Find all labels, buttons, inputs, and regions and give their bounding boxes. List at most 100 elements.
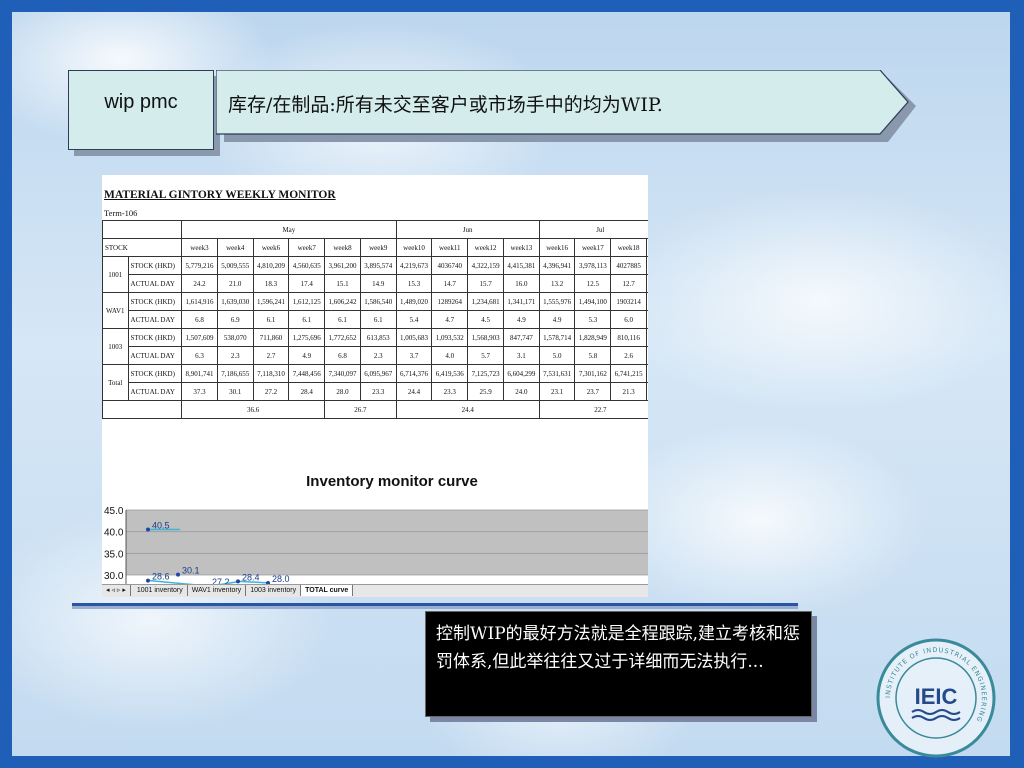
avg-blank: [102, 400, 183, 419]
stock-cell: 4,415,381: [502, 256, 540, 275]
day-cell: 23.7: [574, 382, 612, 401]
stock-cell: 1,341,171: [502, 292, 540, 311]
day-cell: 3.7: [395, 346, 433, 365]
stock-cell: 7,340,097: [324, 364, 361, 383]
y-tick-label: 35.0: [104, 549, 124, 560]
day-cell: 24.2: [181, 274, 218, 293]
slide-border-right: [1010, 0, 1024, 768]
spreadsheet-snapshot: MATERIAL GINTORY WEEKLY MONITOR Term-106…: [102, 175, 648, 595]
day-cell: 16.0: [502, 274, 540, 293]
average-cell: 26.7: [324, 400, 397, 419]
week-header: we: [646, 238, 648, 257]
chart-point-label: 30.1: [182, 566, 200, 576]
day-cell: 14.7: [431, 274, 469, 293]
day-cell: 6.3: [181, 346, 218, 365]
day-cell: 5.3: [574, 310, 612, 329]
logo-text: IEIC: [915, 684, 958, 709]
day-cell: 2.3: [359, 346, 397, 365]
inventory-table: May Jun Jul STOCK week3 week4 week6 week7 week8 w…: [102, 220, 648, 419]
stock-cell: 1,507,609: [181, 328, 218, 347]
stock-cell: 7,448,456: [288, 364, 326, 383]
stock-cell: 1,578,714: [538, 328, 576, 347]
sheet-tab[interactable]: 1003 inventory: [246, 585, 302, 596]
sheet-tabs-bar: ◂ ◃ ▹ ▸ 1001 inventory WAV1 inventory 1003…: [102, 584, 648, 597]
chart-point-label: 28.6: [152, 572, 170, 582]
day-cell: [646, 274, 648, 293]
month-header: Jun: [395, 220, 540, 239]
y-tick-label: 45.0: [104, 506, 124, 517]
slide-title: 库存/在制品:所有未交至客户或市场手中的均为WIP.: [228, 94, 663, 116]
chart-point-label: 28.4: [242, 572, 260, 582]
chart-point: [176, 572, 180, 577]
row-label: ACTUAL DAY: [127, 346, 183, 365]
stock-cell: 5,009,555: [216, 256, 254, 275]
day-cell: 3.1: [502, 346, 540, 365]
stock-cell: 4,396,941: [538, 256, 576, 275]
stock-cell: 7,531,631: [538, 364, 576, 383]
sheet-tab[interactable]: WAV1 inventory: [188, 585, 247, 596]
group-name: 1001: [102, 256, 129, 293]
stock-cell: 4027885: [610, 256, 648, 275]
day-cell: 21.0: [216, 274, 254, 293]
chart-point: [146, 527, 150, 532]
tab-nav-arrows[interactable]: ◂ ◃ ▹ ▸: [102, 585, 131, 596]
stock-cell: 7,118,310: [252, 364, 290, 383]
day-cell: 4.5: [467, 310, 504, 329]
row-label: STOCK (HKD): [127, 292, 183, 311]
day-cell: 15.1: [324, 274, 361, 293]
row-label: ACTUAL DAY: [127, 310, 183, 329]
stock-cell: 1,005,683: [395, 328, 433, 347]
day-cell: 25.9: [467, 382, 504, 401]
average-cell: 24.4: [395, 400, 540, 419]
stock-cell: 6,419,536: [431, 364, 469, 383]
sheet-subtitle: Term-106: [104, 208, 138, 218]
stock-cell: 3,961,200: [324, 256, 361, 275]
row-label: ACTUAL DAY: [127, 274, 183, 293]
y-tick-label: 40.0: [104, 528, 124, 539]
sheet-tab[interactable]: 1001 inventory: [133, 585, 188, 596]
day-cell: 6.1: [252, 310, 290, 329]
average-cell: 22.7: [538, 400, 648, 419]
stock-cell: 7,125,723: [467, 364, 504, 383]
week-header: week18: [610, 238, 648, 257]
sheet-tab[interactable]: TOTAL curve: [301, 585, 354, 596]
note-text: 控制WIP的最好方法就是全程跟踪,建立考核和惩罚体系,但此举往往又过于详细而无法…: [436, 624, 801, 672]
group-name: Total: [102, 364, 129, 401]
day-cell: 5.8: [574, 346, 612, 365]
day-cell: 5.0: [538, 346, 576, 365]
wip-tag-box: wip pmc: [68, 70, 214, 150]
stock-cell: 1903214: [610, 292, 648, 311]
day-cell: 23.3: [431, 382, 469, 401]
day-cell: 4.0: [431, 346, 469, 365]
week-header: week8: [324, 238, 361, 257]
day-cell: 6.8: [181, 310, 218, 329]
row-label: ACTUAL DAY: [127, 382, 183, 401]
stock-cell: 3,978,113: [574, 256, 612, 275]
stock-cell: 1,612,125: [288, 292, 326, 311]
stock-cell: 538,070: [216, 328, 254, 347]
week-header: week3: [181, 238, 218, 257]
day-cell: 27.2: [252, 382, 290, 401]
stock-cell: 6,741,215: [610, 364, 648, 383]
stock-cell: 3,895,574: [359, 256, 397, 275]
week-header: week12: [467, 238, 504, 257]
stock-cell: 1,234,681: [467, 292, 504, 311]
stock-cell: 711,860: [252, 328, 290, 347]
stock-cell: 7,301,162: [574, 364, 612, 383]
stock-cell: 1,772,652: [324, 328, 361, 347]
day-cell: 15.7: [467, 274, 504, 293]
stock-cell: 4,810,209: [252, 256, 290, 275]
slide-border-top: [0, 0, 1024, 12]
week-header: week17: [574, 238, 612, 257]
group-name: 1003: [102, 328, 129, 365]
stock-cell: 1,494,100: [574, 292, 612, 311]
stock-cell: 1,596,241: [252, 292, 290, 311]
stock-cell: 1,828,949: [574, 328, 612, 347]
chart-title: Inventory monitor curve: [306, 473, 478, 490]
day-cell: 4.9: [502, 310, 540, 329]
chart-point: [236, 579, 240, 584]
day-cell: 17.4: [288, 274, 326, 293]
day-cell: 2.7: [252, 346, 290, 365]
stock-cell: 5,779,216: [181, 256, 218, 275]
stock-cell: 6,095,967: [359, 364, 397, 383]
